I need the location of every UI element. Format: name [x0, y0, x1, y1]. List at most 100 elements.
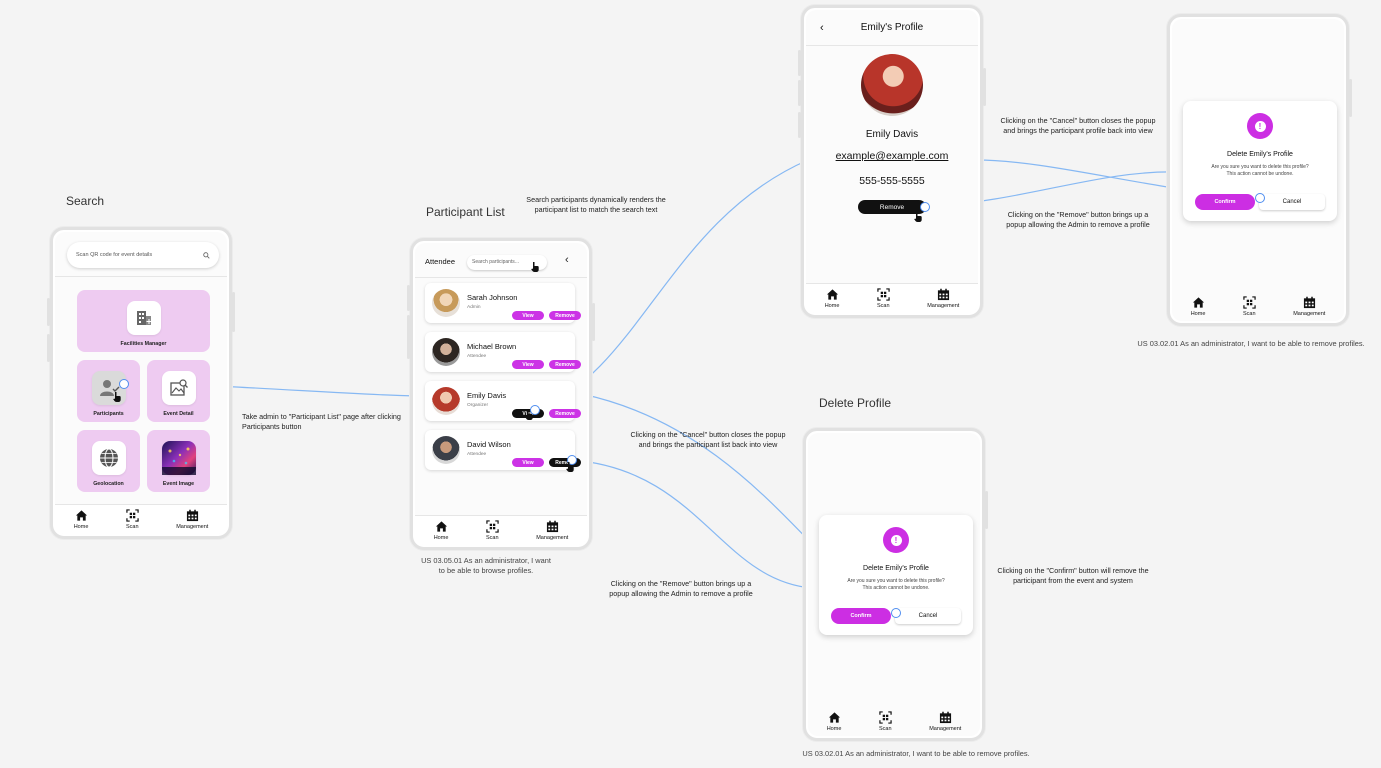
image-search-icon [161, 371, 196, 405]
geolocation-label: Geolocation [93, 481, 124, 487]
home-icon [826, 289, 838, 300]
participant-list-frame-title: Participant List [426, 205, 505, 219]
avatar-david [432, 436, 460, 464]
nav-scan[interactable]: Scan [126, 509, 139, 530]
bottom-nav: Home Scan Management [1172, 291, 1344, 321]
participant-card[interactable]: Emily Davis Organizer View Remove [425, 381, 581, 421]
qr-scan-icon [877, 288, 890, 301]
home-icon [435, 521, 447, 532]
connector-list-remove-to-popup [571, 459, 813, 589]
event-detail-tile[interactable]: Event Detail [147, 360, 210, 422]
note-confirm: Clicking on the "Confirm" button will re… [997, 566, 1149, 585]
event-image-thumbnail [161, 441, 196, 475]
caption-browse: US 03.05.01 As an administrator, I want … [421, 556, 551, 575]
view-button[interactable]: View [512, 311, 544, 320]
geolocation-tile[interactable]: Geolocation [77, 430, 140, 492]
remove-button[interactable]: Remove [549, 311, 581, 320]
profile-phone: ‹ Emily's Profile Emily Davis example@ex… [798, 5, 986, 318]
building-icon [126, 301, 161, 335]
nav-scan[interactable]: Scan [486, 520, 499, 541]
profile-phone-number: 555-555-5555 [859, 175, 925, 187]
dialog-title: Delete Emily's Profile [863, 565, 929, 572]
connector-node [920, 202, 930, 212]
dialog-title: Delete Emily's Profile [1227, 151, 1293, 158]
participant-card[interactable]: Michael Brown Attendee View Remove [425, 332, 581, 372]
connector-node [119, 379, 129, 389]
profile-delete-popup-phone: ! Delete Emily's Profile Are you sure yo… [1167, 14, 1352, 326]
pointer-hand-icon [531, 262, 539, 272]
home-icon [1192, 296, 1204, 308]
calendar-icon [937, 288, 949, 301]
dialog-confirm-button[interactable]: Confirm [1195, 194, 1255, 210]
avatar-michael [432, 338, 460, 366]
dialog-message-2: This action cannot be undone. [862, 585, 930, 591]
qr-scan-icon [126, 509, 139, 522]
nav-home[interactable]: Home [1191, 296, 1205, 317]
remove-button[interactable]: Remove [549, 409, 581, 418]
calendar-icon [1303, 296, 1315, 308]
view-button[interactable]: View [512, 458, 544, 467]
bottom-nav: Home Scan Management [415, 515, 587, 545]
calendar-icon [186, 509, 198, 522]
delete-profile-frame-title: Delete Profile [819, 396, 892, 410]
event-search-bar[interactable]: Scan QR code for event details [67, 242, 219, 268]
event-detail-label: Event Detail [163, 411, 194, 417]
back-chevron-icon[interactable]: ‹ [565, 254, 569, 266]
qr-scan-icon [486, 520, 499, 533]
nav-home[interactable]: Home [825, 288, 839, 309]
nav-home[interactable]: Home [827, 711, 841, 732]
qr-scan-icon [879, 710, 892, 724]
profile-name: Emily Davis [865, 129, 919, 140]
profile-title: Emily's Profile [860, 22, 924, 33]
search-frame-title: Search [66, 194, 105, 208]
qr-scan-icon [1243, 295, 1256, 309]
event-image-label: Event Image [162, 481, 195, 487]
participant-card[interactable]: David Wilson Attendee View Remove [425, 430, 581, 470]
bottom-nav: Home Scan Management [806, 283, 978, 313]
search-phone: Scan QR code for event details Facilitie… [47, 227, 235, 539]
nav-management[interactable]: Management [536, 520, 568, 541]
alert-icon: ! [883, 527, 909, 553]
nav-home[interactable]: Home [434, 520, 448, 541]
nav-management[interactable]: Management [176, 509, 208, 530]
nav-scan[interactable]: Scan [877, 288, 890, 309]
home-icon [75, 510, 87, 521]
connector-node [891, 608, 901, 618]
note-remove-list: Clicking on the "Remove" button brings u… [609, 579, 753, 598]
avatar-sarah [432, 289, 460, 317]
participant-card[interactable]: Sarah Johnson Admin View Remove [425, 283, 581, 323]
connector-node [1255, 193, 1265, 203]
calendar-icon [546, 520, 558, 533]
bottom-nav: Home Scan Management [55, 504, 227, 534]
participant-list-phone: Attendee Search participants... ‹ Sarah … [407, 238, 595, 550]
note-take-admin: Take admin to "Participant List" page af… [242, 412, 401, 431]
nav-management[interactable]: Management [927, 288, 959, 309]
event-image-tile[interactable]: Event Image [147, 430, 210, 492]
dialog-cancel-button[interactable]: Cancel [1259, 194, 1325, 210]
nav-management[interactable]: Management [1293, 296, 1325, 317]
participants-tile[interactable]: Participants [77, 360, 140, 422]
attendee-header: Attendee [425, 257, 456, 266]
dialog-confirm-button[interactable]: Confirm [831, 608, 891, 624]
alert-icon: ! [1247, 113, 1273, 139]
note-cancel-profile: Clicking on the "Cancel" button closes t… [1000, 116, 1156, 135]
nav-home[interactable]: Home [74, 509, 88, 530]
event-search-placeholder: Scan QR code for event details [76, 252, 153, 258]
facilities-manager-tile[interactable]: Facilities Manager [77, 290, 210, 352]
nav-scan[interactable]: Scan [879, 710, 892, 732]
remove-button[interactable]: Remove [549, 360, 581, 369]
nav-management[interactable]: Management [929, 711, 961, 732]
caption-remove-bottom: US 03.02.01 As an administrator, I want … [802, 749, 1030, 758]
profile-email[interactable]: example@example.com [806, 150, 978, 162]
list-delete-popup-phone: ! Delete Emily's Profile Are you sure yo… [803, 428, 988, 741]
pointer-hand-icon [113, 392, 121, 402]
view-button[interactable]: View [512, 360, 544, 369]
pointer-hand-icon [566, 462, 574, 472]
nav-scan[interactable]: Scan [1243, 295, 1256, 317]
pointer-hand-icon [525, 410, 533, 420]
search-icon [203, 251, 210, 259]
dialog-cancel-button[interactable]: Cancel [895, 608, 961, 624]
participants-label: Participants [93, 411, 124, 417]
home-icon [828, 711, 840, 723]
delete-profile-dialog: ! Delete Emily's Profile Are you sure yo… [1183, 101, 1337, 221]
